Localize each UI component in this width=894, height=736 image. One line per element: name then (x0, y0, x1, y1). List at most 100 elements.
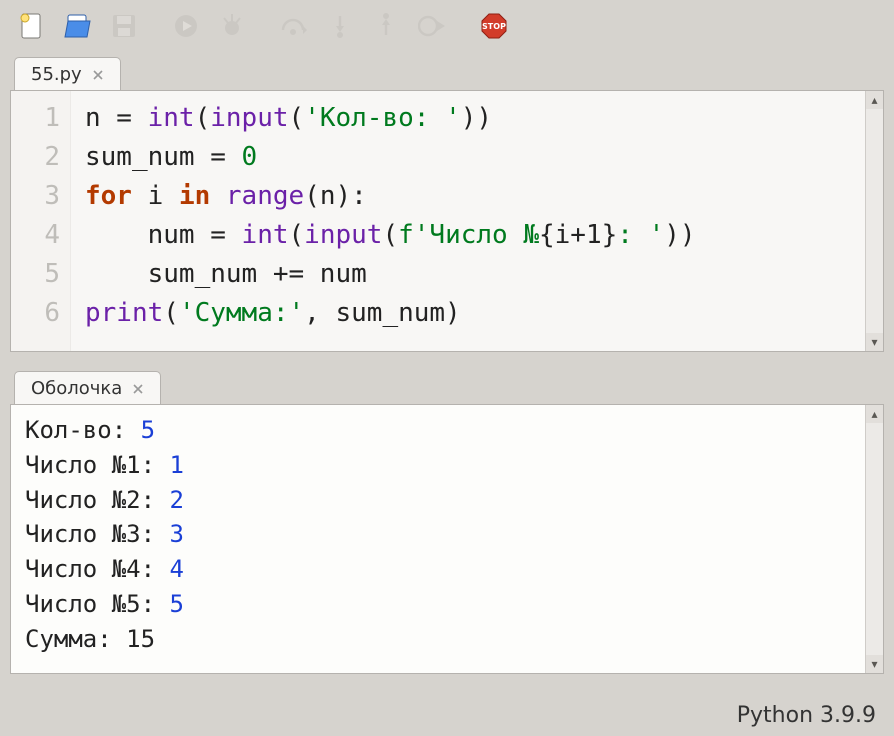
code-token: ( (289, 220, 305, 250)
code-token: ( (382, 220, 398, 250)
shell-scrollbar[interactable]: ▴ ▾ (865, 405, 883, 673)
close-tab-icon[interactable] (92, 69, 104, 81)
new-file-button[interactable] (14, 8, 50, 44)
close-tab-icon[interactable] (132, 383, 144, 395)
code-line[interactable]: n = int(input('Кол-во: ')) (85, 99, 696, 138)
code-token: i (132, 181, 179, 211)
stop-button[interactable]: STOP (476, 8, 512, 44)
svg-text:STOP: STOP (482, 22, 506, 31)
code-token: )) (664, 220, 695, 250)
code-token: in (179, 181, 210, 211)
line-gutter: 123456 (11, 91, 71, 351)
shell-line: Число №1: 1 (25, 448, 869, 483)
step-over-button (276, 8, 312, 44)
code-token: (n): (304, 181, 367, 211)
step-out-button (368, 8, 404, 44)
step-in-button (322, 8, 358, 44)
shell-text: Число №2: (25, 486, 170, 514)
scroll-down-icon[interactable]: ▾ (866, 655, 883, 673)
shell-text: Число №5: (25, 590, 170, 618)
code-token: print (85, 298, 163, 328)
code-token: int (242, 220, 289, 250)
shell-line: Число №5: 5 (25, 587, 869, 622)
code-token: ( (163, 298, 179, 328)
line-number: 5 (19, 255, 60, 294)
code-token: : ' (617, 220, 664, 250)
shell-user-input: 5 (141, 416, 155, 444)
step-out-icon (373, 13, 399, 39)
code-editor[interactable]: n = int(input('Кол-во: '))sum_num = 0for… (71, 91, 704, 351)
code-line[interactable]: num = int(input(f'Число №{i+1}: ')) (85, 216, 696, 255)
stop-icon: STOP (479, 11, 509, 41)
debug-button (214, 8, 250, 44)
scroll-up-icon[interactable]: ▴ (866, 405, 883, 423)
code-token: 0 (242, 142, 258, 172)
line-number: 2 (19, 138, 60, 177)
open-file-icon (63, 11, 93, 41)
code-token: ( (289, 103, 305, 133)
editor-scrollbar[interactable]: ▴ ▾ (865, 91, 883, 351)
shell-line: Число №3: 3 (25, 517, 869, 552)
status-bar: Python 3.9.9 (737, 703, 876, 728)
shell-text: Число №3: (25, 520, 170, 548)
tab-file[interactable]: 55.py (14, 57, 121, 91)
shell-line: Сумма: 15 (25, 622, 869, 657)
resume-icon (418, 13, 446, 39)
code-token: input (304, 220, 382, 250)
play-icon (173, 13, 199, 39)
code-token: {i+1} (539, 220, 617, 250)
code-token: input (210, 103, 288, 133)
code-token: int (148, 103, 195, 133)
code-line[interactable]: for i in range(n): (85, 177, 696, 216)
code-line[interactable]: print('Сумма:', sum_num) (85, 294, 696, 333)
shell-user-input: 1 (170, 451, 184, 479)
save-icon (110, 12, 138, 40)
resume-button (414, 8, 450, 44)
scroll-down-icon[interactable]: ▾ (866, 333, 883, 351)
save-button (106, 8, 142, 44)
shell-text: Кол-во: (25, 416, 141, 444)
code-token: n = (85, 103, 148, 133)
code-token (210, 181, 226, 211)
tab-shell-label: Оболочка (31, 378, 122, 399)
line-number: 4 (19, 216, 60, 255)
code-token: sum_num += num (85, 259, 367, 289)
line-number: 1 (19, 99, 60, 138)
code-token: )) (461, 103, 492, 133)
shell-user-input: 3 (170, 520, 184, 548)
shell-tabbar: Оболочка (0, 366, 894, 404)
tab-file-label: 55.py (31, 64, 82, 85)
bug-icon (218, 12, 246, 40)
toolbar: STOP (0, 0, 894, 50)
code-line[interactable]: sum_num += num (85, 255, 696, 294)
shell-line: Число №2: 2 (25, 483, 869, 518)
code-token: range (226, 181, 304, 211)
code-token: sum_num = (85, 142, 242, 172)
shell-user-input: 2 (170, 486, 184, 514)
step-in-icon (327, 13, 353, 39)
shell-text: Число №1: (25, 451, 170, 479)
line-number: 6 (19, 294, 60, 333)
shell-user-input: 4 (170, 555, 184, 583)
shell-output[interactable]: Кол-во: 5Число №1: 1Число №2: 2Число №3:… (11, 405, 883, 665)
editor-pane: 123456 n = int(input('Кол-во: '))sum_num… (10, 90, 884, 352)
code-token: 'Сумма:' (179, 298, 304, 328)
code-token: f'Число № (398, 220, 539, 250)
shell-text: Сумма: 15 (25, 625, 155, 653)
tab-shell[interactable]: Оболочка (14, 371, 161, 405)
code-token: for (85, 181, 132, 211)
scroll-up-icon[interactable]: ▴ (866, 91, 883, 109)
run-button (168, 8, 204, 44)
editor-tabbar: 55.py (0, 52, 894, 90)
shell-line: Число №4: 4 (25, 552, 869, 587)
step-over-icon (279, 14, 309, 38)
shell-line: Кол-во: 5 (25, 413, 869, 448)
shell-text: Число №4: (25, 555, 170, 583)
code-token: ( (195, 103, 211, 133)
code-token: , sum_num) (304, 298, 461, 328)
new-file-icon (18, 11, 46, 41)
code-line[interactable]: sum_num = 0 (85, 138, 696, 177)
shell-pane: Кол-во: 5Число №1: 1Число №2: 2Число №3:… (10, 404, 884, 674)
line-number: 3 (19, 177, 60, 216)
open-file-button[interactable] (60, 8, 96, 44)
